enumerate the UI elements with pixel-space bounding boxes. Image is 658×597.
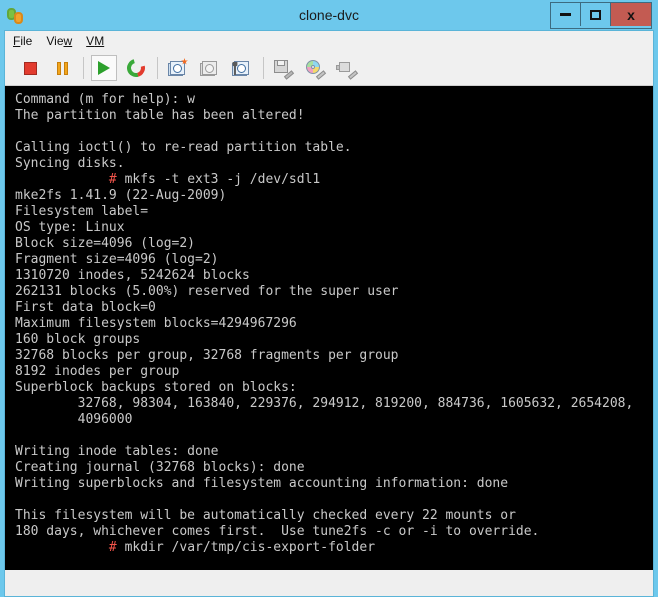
vm-console-window: clone-dvc x File View VM Command (m for … (0, 0, 658, 597)
terminal-line-text: mkdir /var/tmp/cis-export-folder (116, 540, 376, 555)
window-controls: x (550, 2, 652, 29)
terminal-line: # mkfs -t ext3 -j /dev/sdl1 (5, 172, 653, 188)
cd-dvd-icon (306, 59, 327, 80)
snapshot-manager-wrench-icon (232, 59, 252, 77)
terminal-line: Writing superblocks and filesystem accou… (15, 476, 509, 491)
reset-button[interactable] (123, 55, 149, 81)
terminal-line: # mkdir /var/tmp/cis-export-folder (5, 540, 653, 556)
terminal-line-text: mkfs -t ext3 -j /dev/sdl1 (116, 172, 321, 187)
terminal-line: 1310720 inodes, 5242624 blocks (15, 268, 250, 283)
terminal-line: OS type: Linux (15, 220, 125, 235)
revert-snapshot-button (197, 55, 223, 81)
terminal-line: This filesystem will be automatically ch… (15, 508, 516, 523)
suspend-button[interactable] (49, 55, 75, 81)
menu-item-view[interactable]: View (46, 34, 72, 48)
terminal-line: 8192 inodes per group (15, 364, 180, 379)
toolbar-separator (157, 57, 158, 79)
terminal-line: 180 days, whichever comes first. Use tun… (15, 524, 540, 539)
terminal-line: Maximum filesystem blocks=4294967296 (15, 316, 297, 331)
stop-icon (23, 61, 37, 75)
shell-prompt-symbol: # (108, 172, 117, 187)
terminal-line: 160 block groups (15, 332, 141, 347)
terminal-line: Fragment size=4096 (log=2) (15, 252, 219, 267)
power-off-button[interactable] (17, 55, 43, 81)
vm-console-icon (5, 5, 27, 27)
terminal-line: Block size=4096 (log=2) (15, 236, 196, 251)
terminal-line: Command (m for help): w (15, 92, 196, 107)
menu-item-file[interactable]: File (13, 34, 32, 48)
window-chrome: File View VM Command (m for help): w The… (4, 30, 654, 597)
terminal-line: The partition table has been altered! (15, 108, 305, 123)
terminal-console[interactable]: Command (m for help): w The partition tab… (5, 86, 653, 570)
terminal-line: Writing inode tables: done (15, 444, 219, 459)
take-snapshot-button[interactable] (165, 55, 191, 81)
snapshot-manager-button[interactable] (229, 55, 255, 81)
terminal-line: Syncing disks. (15, 156, 125, 171)
terminal-line: 32768, 98304, 163840, 229376, 294912, 81… (15, 396, 634, 411)
title-bar: clone-dvc x (0, 0, 658, 30)
toolbar (5, 51, 653, 86)
terminal-line: Filesystem label= (15, 204, 149, 219)
terminal-line: 32768 blocks per group, 32768 fragments … (15, 348, 399, 363)
connect-floppy-button (271, 55, 297, 81)
close-icon: x (627, 6, 635, 23)
terminal-line: Calling ioctl() to re-read partition tab… (15, 140, 352, 155)
toolbar-separator (83, 57, 84, 79)
connect-usb-button (335, 55, 361, 81)
shell-prompt-symbol: # (108, 540, 117, 555)
connect-cdrom-button[interactable] (303, 55, 329, 81)
power-on-button[interactable] (91, 55, 117, 81)
status-bar (5, 570, 653, 596)
terminal-line: 4096000 (15, 412, 133, 427)
menu-item-vm[interactable]: VM (86, 34, 104, 48)
pause-icon (56, 61, 68, 75)
reset-circular-arrows-icon (123, 55, 149, 81)
play-icon (98, 61, 110, 75)
terminal-line: Superblock backups stored on blocks: (15, 380, 297, 395)
menu-bar: File View VM (5, 31, 653, 51)
snapshot-add-icon (168, 58, 188, 77)
floppy-disk-icon (274, 59, 295, 80)
terminal-line: mke2fs 1.41.9 (22-Aug-2009) (15, 188, 227, 203)
toolbar-separator (263, 57, 264, 79)
minimize-icon (560, 13, 571, 16)
terminal-line: Creating journal (32768 blocks): done (15, 460, 305, 475)
maximize-button[interactable] (581, 3, 611, 26)
maximize-icon (590, 9, 601, 20)
terminal-line: 262131 blocks (5.00%) reserved for the s… (15, 284, 399, 299)
terminal-line: First data block=0 (15, 300, 156, 315)
close-button[interactable]: x (611, 3, 651, 26)
snapshot-revert-icon (200, 59, 220, 77)
minimize-button[interactable] (551, 3, 581, 26)
usb-device-icon (336, 59, 359, 80)
vm-screen-area: Command (m for help): w The partition tab… (5, 86, 653, 596)
